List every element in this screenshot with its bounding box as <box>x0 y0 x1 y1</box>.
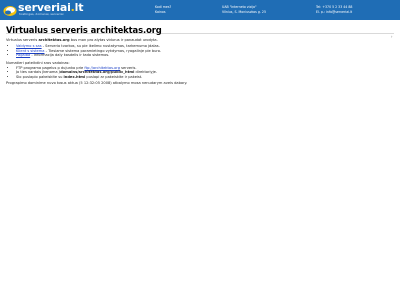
links-list: Valdymo s sas - Serverio tvarkos, su pie… <box>6 44 394 57</box>
control-panel-link[interactable]: Valdymo s sas <box>16 44 42 48</box>
contact-email[interactable]: El. p.: info@serveriai.lt <box>316 10 352 15</box>
header-bar: serveriai.lt hostingas, domenai, serveri… <box>0 0 400 20</box>
main-content: Virtualus serveris architektas.org Virtu… <box>6 26 394 86</box>
list-item: Sio puslapio pakeiskite su index.html pu… <box>16 75 394 79</box>
footer-note: Prograpimo dominime nuvo tosus aktua (5 … <box>6 81 188 86</box>
ftp-link[interactable]: ftp://architektas.org <box>84 66 120 70</box>
logo-tagline: hostingas, domenai, serveriai <box>19 12 64 16</box>
list-item: Pagalba - Informacija daly kasdelis ir t… <box>16 53 394 57</box>
intro-text: Virtualus serveris architektas.org bus m… <box>6 38 158 42</box>
company-address: Vilnius, S. Moniuszkos g. 25 <box>222 10 266 14</box>
notes-title: Numatieri pateikdini sros vadainas: <box>6 60 70 65</box>
public-html-path: /domains/architektas.org/public_html <box>58 70 135 75</box>
intro-domain: architektas.org <box>38 38 70 42</box>
help-link[interactable]: Pagalba <box>16 53 30 57</box>
header-links: Kodl mes? Kainos <box>155 5 171 15</box>
index-file-name: index.html <box>63 74 86 79</box>
header-company: UAB "Interneto vizija" Vilnius, S. Moniu… <box>222 5 266 15</box>
logo-icon <box>3 2 17 16</box>
notes-list: FTP programa pagelus p dujunko prie ftp:… <box>6 66 394 79</box>
page-title: Virtualus serveris architektas.org <box>6 25 162 35</box>
client-system-link[interactable]: Klient s sistema <box>16 49 44 53</box>
header-link-prices[interactable]: Kainos <box>155 10 171 15</box>
serveriai-logo[interactable]: serveriai.lt <box>3 2 83 19</box>
header-contacts: Tel: +370 5 2 33 44 88 El. p.: info@serv… <box>316 5 352 15</box>
